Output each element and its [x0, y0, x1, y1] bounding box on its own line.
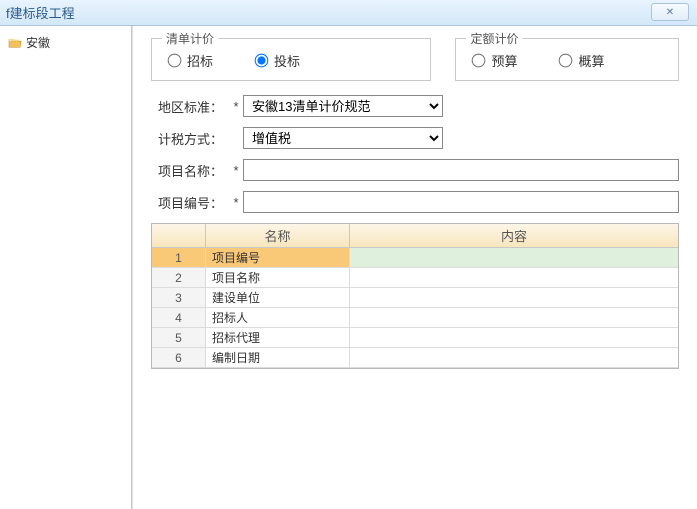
- row-content[interactable]: [350, 288, 678, 308]
- table-row[interactable]: 4招标人: [152, 308, 678, 328]
- radio-label: 概算: [578, 51, 604, 70]
- table-row[interactable]: 6编制日期: [152, 348, 678, 368]
- row-name: 建设单位: [206, 288, 350, 308]
- required-mark: *: [229, 195, 243, 210]
- select-tax-method[interactable]: 增值税: [243, 127, 443, 149]
- label-region-std: 地区标准：: [151, 97, 229, 116]
- table-row[interactable]: 3建设单位: [152, 288, 678, 308]
- row-name: 项目名称: [206, 268, 350, 288]
- row-num: 3: [152, 288, 206, 308]
- table-row[interactable]: 1项目编号: [152, 248, 678, 268]
- window-title: f建标段工程: [6, 3, 75, 22]
- row-content[interactable]: [350, 348, 678, 368]
- label-proj-name: 项目名称：: [151, 161, 229, 180]
- radio-tender-input[interactable]: [255, 54, 269, 68]
- row-name: 招标人: [206, 308, 350, 328]
- property-grid: 名称 内容 1项目编号2项目名称3建设单位4招标人5招标代理6编制日期: [151, 223, 679, 369]
- tree-item-label: 安徽: [26, 34, 50, 51]
- row-content[interactable]: [350, 328, 678, 348]
- group-quota-pricing: 定额计价 预算 概算: [455, 38, 679, 81]
- grid-header-content: 内容: [350, 224, 678, 248]
- radio-estimate-input[interactable]: [559, 54, 573, 68]
- grid-header-name: 名称: [206, 224, 350, 248]
- row-name: 编制日期: [206, 348, 350, 368]
- tree-item-anhui[interactable]: 安徽: [4, 32, 127, 53]
- main-panel: 清单计价 招标 投标 定额计价 预算: [132, 26, 697, 509]
- radio-label: 投标: [274, 51, 300, 70]
- sidebar: 安徽: [0, 26, 132, 509]
- label-tax-method: 计税方式：: [151, 129, 229, 148]
- radio-bid-input[interactable]: [168, 54, 182, 68]
- row-content[interactable]: [350, 268, 678, 288]
- row-num: 2: [152, 268, 206, 288]
- required-mark: *: [229, 163, 243, 178]
- row-num: 4: [152, 308, 206, 328]
- radio-bid[interactable]: 招标: [168, 51, 213, 70]
- label-proj-no: 项目编号：: [151, 193, 229, 212]
- required-mark: *: [229, 99, 243, 114]
- row-content[interactable]: [350, 248, 678, 268]
- input-proj-name[interactable]: [243, 159, 679, 181]
- table-row[interactable]: 2项目名称: [152, 268, 678, 288]
- group-legend: 定额计价: [466, 30, 522, 47]
- row-num: 6: [152, 348, 206, 368]
- close-icon: ✕: [666, 7, 674, 18]
- radio-label: 招标: [187, 51, 213, 70]
- row-name: 项目编号: [206, 248, 350, 268]
- close-button[interactable]: ✕: [651, 3, 689, 21]
- radio-estimate[interactable]: 概算: [559, 51, 604, 70]
- titlebar: f建标段工程 ✕: [0, 0, 697, 26]
- table-row[interactable]: 5招标代理: [152, 328, 678, 348]
- grid-header-num: [152, 224, 206, 248]
- row-num: 1: [152, 248, 206, 268]
- radio-budget-input[interactable]: [472, 54, 486, 68]
- radio-budget[interactable]: 预算: [472, 51, 517, 70]
- row-num: 5: [152, 328, 206, 348]
- row-name: 招标代理: [206, 328, 350, 348]
- select-region-std[interactable]: 安徽13清单计价规范: [243, 95, 443, 117]
- input-proj-no[interactable]: [243, 191, 679, 213]
- group-legend: 清单计价: [162, 30, 218, 47]
- folder-open-icon: [8, 37, 22, 49]
- radio-tender[interactable]: 投标: [255, 51, 300, 70]
- group-list-pricing: 清单计价 招标 投标: [151, 38, 431, 81]
- radio-label: 预算: [491, 51, 517, 70]
- grid-header: 名称 内容: [152, 224, 678, 248]
- row-content[interactable]: [350, 308, 678, 328]
